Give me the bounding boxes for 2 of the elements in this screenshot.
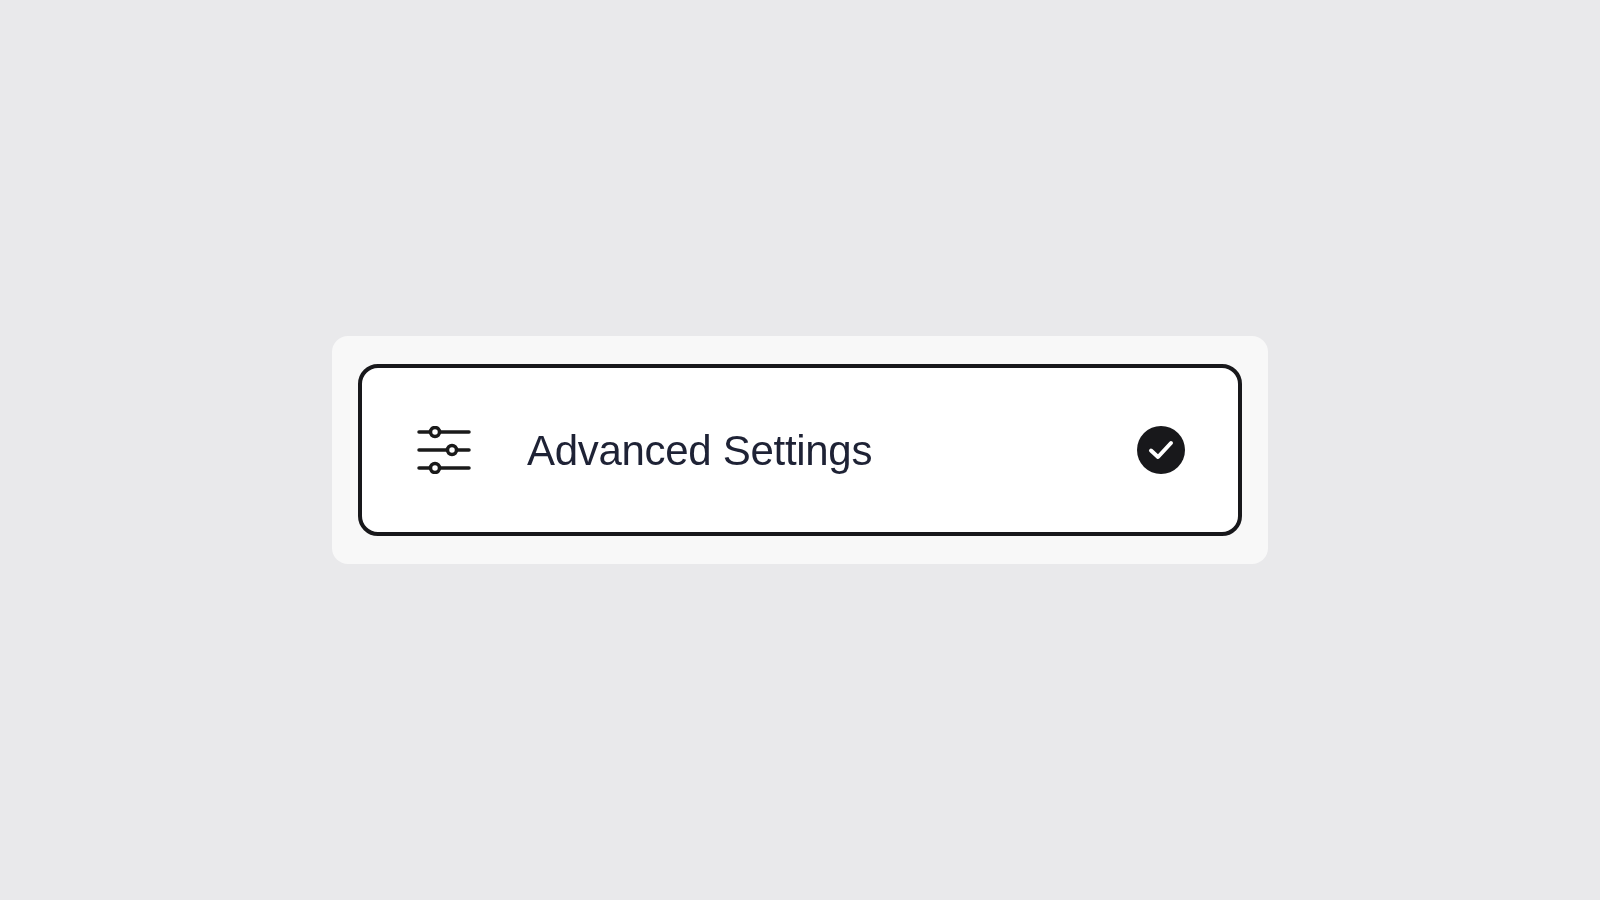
settings-option-card[interactable]: Advanced Settings	[358, 364, 1242, 536]
sliders-icon	[417, 426, 471, 474]
